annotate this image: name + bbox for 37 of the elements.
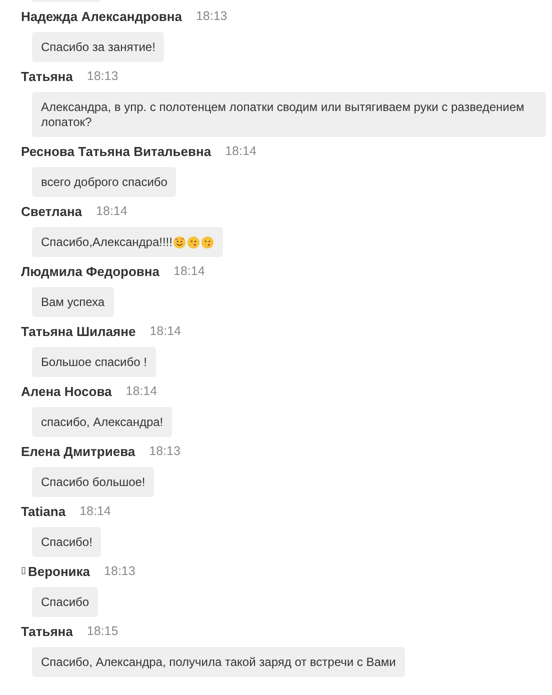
author-prefix: ▯ <box>21 566 26 576</box>
smiling-face-hearts-icon <box>173 236 186 249</box>
message-text: Спасибо за занятие! <box>41 40 156 55</box>
author-name: Светлана <box>21 204 82 218</box>
message-time: 18:14 <box>150 324 181 338</box>
message-text: Александра, в упр. с полотенцем лопатки сводим или вытягиваем руки с разведением лопаток? <box>41 100 526 130</box>
author-name: Реснова Татьяна Витальевна <box>21 144 212 158</box>
kissing-face-icon <box>201 236 214 249</box>
message-text: всего доброго спасибо <box>41 175 168 190</box>
author-name: Tatiana <box>21 504 66 518</box>
message-time: 18:13 <box>104 564 136 578</box>
author-name: Вероника <box>28 564 90 578</box>
author-name: Людмила Федоровна <box>21 264 160 278</box>
author-name: Татьяна <box>21 624 73 638</box>
message-time: 18:15 <box>86 624 118 638</box>
message-time: 18:14 <box>225 144 256 158</box>
message-time: 18:13 <box>196 9 228 23</box>
message-time: 18:14 <box>96 204 128 218</box>
author-name: Надежда Александровна <box>21 8 182 24</box>
message-text: Спасибо! <box>41 535 92 550</box>
message-text: Спасибо большое! <box>41 475 146 490</box>
message-time: 18:14 <box>174 264 205 278</box>
message-time: 18:14 <box>126 384 158 398</box>
message-time: 18:13 <box>86 69 118 83</box>
author-name: Татьяна <box>21 68 73 84</box>
author-name: Алена Носова <box>21 384 112 398</box>
author-name: Елена Дмитриева <box>21 444 136 458</box>
message-text: Большое спасибо ! <box>41 355 147 370</box>
author-name: Татьяна Шилаяне <box>21 324 136 338</box>
kissing-face-icon <box>187 236 200 249</box>
message-text: Спасибо, Александра, получила такой заряд от встречи с Вами <box>41 655 396 670</box>
message-time: 18:13 <box>149 444 180 458</box>
message-text: Вам успеха <box>41 295 105 310</box>
message-text: Спасибо <box>41 595 90 610</box>
message-time: 18:14 <box>80 504 111 518</box>
message-text: Спасибо,Александра!!!! <box>41 235 172 250</box>
message-text: спасибо, Александра! <box>41 415 164 430</box>
